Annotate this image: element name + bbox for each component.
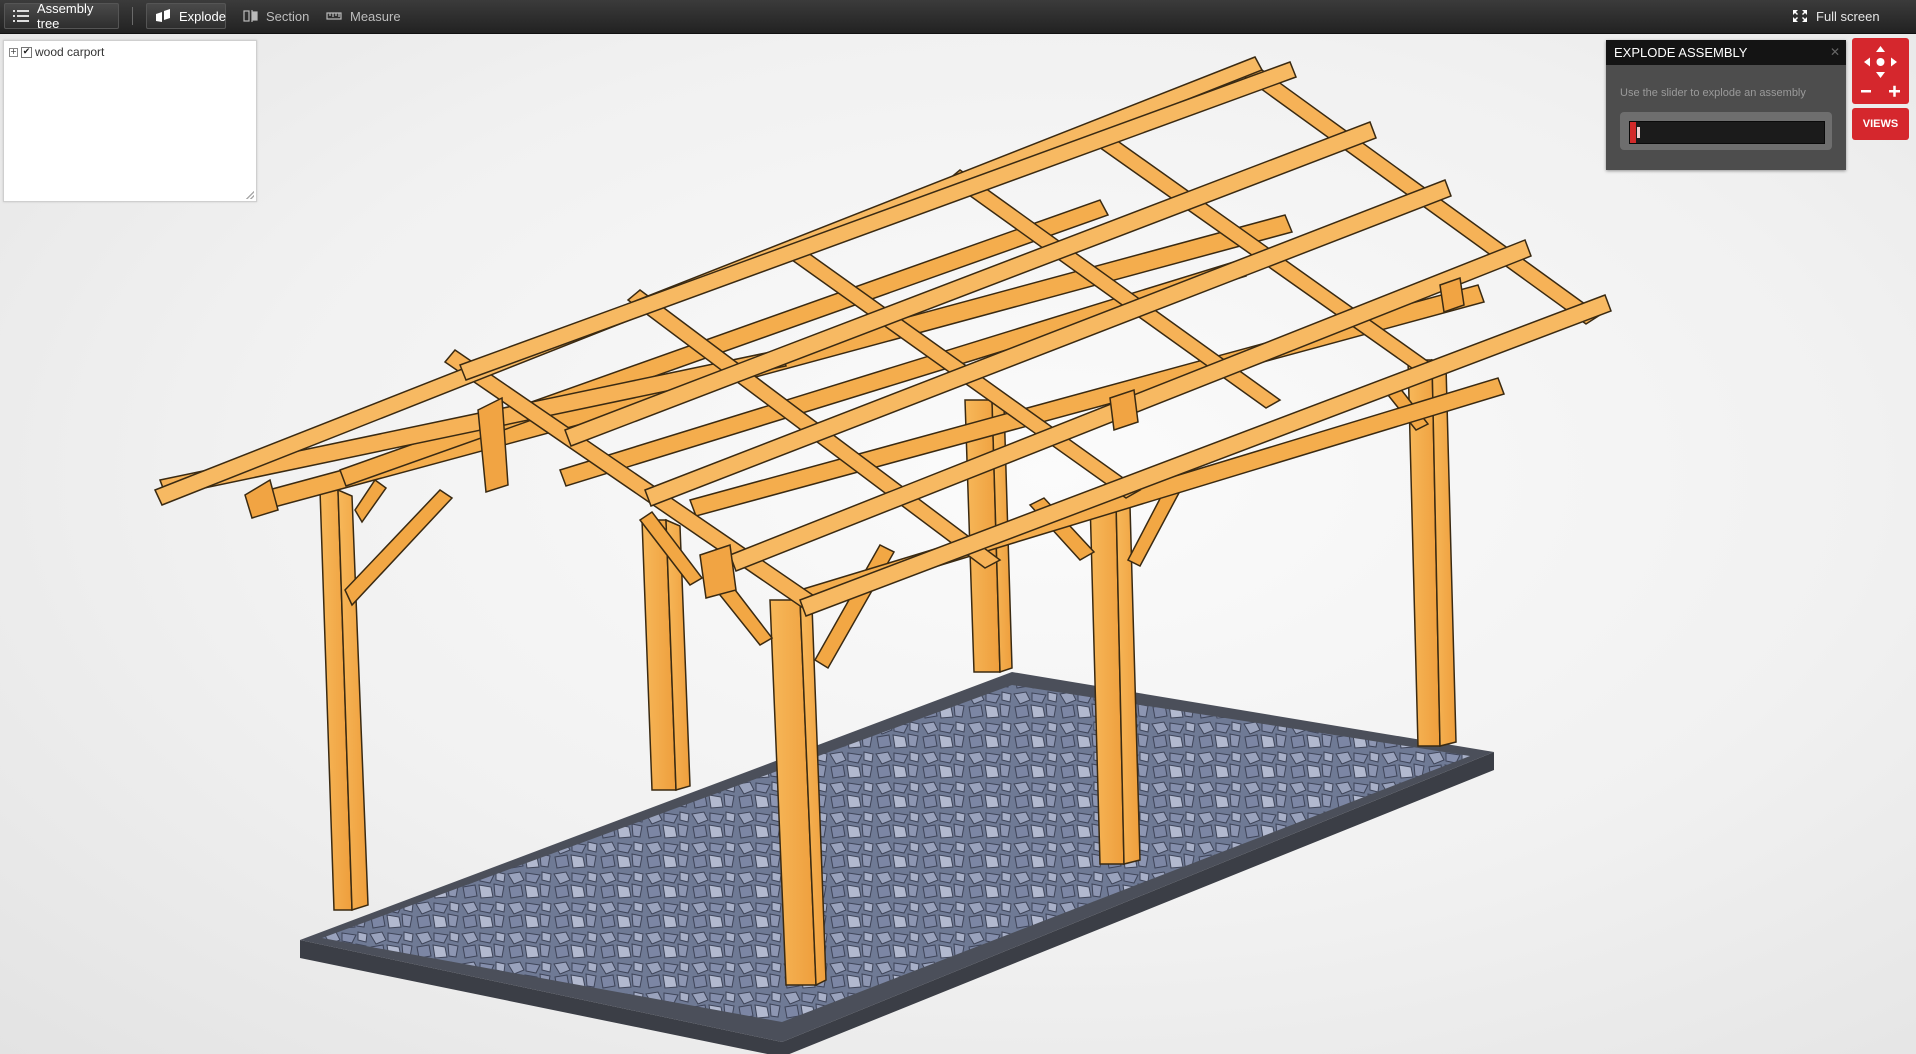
toolbar: Assembly tree Explode Section Measure Fu… — [0, 0, 1916, 34]
base-slab — [300, 672, 1494, 1054]
explode-slider-fill — [1630, 122, 1636, 143]
explode-panel-header: EXPLODE ASSEMBLY ✕ — [1606, 40, 1846, 65]
explode-slider-track[interactable] — [1629, 121, 1825, 144]
assembly-tree-label: Assembly tree — [37, 1, 94, 31]
assembly-tree-panel: + ✔ wood carport — [3, 40, 257, 202]
explode-slider-handle[interactable] — [1637, 127, 1640, 138]
section-icon — [242, 9, 258, 23]
3d-viewport[interactable] — [0, 33, 1916, 1054]
assembly-tree-button[interactable]: Assembly tree — [4, 1, 119, 31]
measure-label: Measure — [350, 8, 401, 24]
full-screen-label: Full screen — [1816, 8, 1880, 24]
toolbar-divider — [132, 7, 133, 25]
pan-right-icon[interactable] — [1891, 57, 1897, 67]
section-button[interactable]: Section — [234, 3, 314, 29]
explode-button[interactable]: Explode — [146, 3, 226, 29]
orbit-center-icon[interactable] — [1876, 58, 1885, 66]
list-icon — [13, 9, 29, 23]
explode-slider[interactable] — [1620, 112, 1832, 150]
pan-down-icon[interactable] — [1876, 72, 1885, 78]
zoom-in-icon[interactable] — [1889, 85, 1900, 97]
section-label: Section — [266, 8, 310, 24]
zoom-out-icon[interactable] — [1861, 90, 1871, 93]
explode-assembly-panel: EXPLODE ASSEMBLY ✕ Use the slider to exp… — [1606, 40, 1846, 170]
explode-label: Explode — [179, 8, 226, 24]
close-icon[interactable]: ✕ — [1830, 45, 1840, 59]
full-screen-button[interactable]: Full screen — [1784, 3, 1909, 29]
tree-item-wood-carport[interactable]: + ✔ wood carport — [9, 45, 104, 59]
expand-icon[interactable]: + — [9, 47, 18, 57]
ruler-icon — [326, 9, 342, 23]
resize-handle-icon[interactable] — [246, 191, 254, 199]
explode-panel-title: EXPLODE ASSEMBLY — [1614, 45, 1748, 60]
checkbox-icon[interactable]: ✔ — [21, 46, 32, 58]
full-screen-icon — [1792, 9, 1808, 23]
navigation-pad[interactable] — [1852, 38, 1909, 104]
measure-button[interactable]: Measure — [318, 3, 408, 29]
pan-up-icon[interactable] — [1876, 46, 1885, 52]
views-button[interactable]: VIEWS — [1852, 108, 1909, 140]
explode-hint-text: Use the slider to explode an assembly — [1620, 87, 1806, 99]
tree-item-label: wood carport — [35, 45, 105, 59]
explode-icon — [155, 9, 171, 23]
pan-left-icon[interactable] — [1864, 57, 1870, 67]
